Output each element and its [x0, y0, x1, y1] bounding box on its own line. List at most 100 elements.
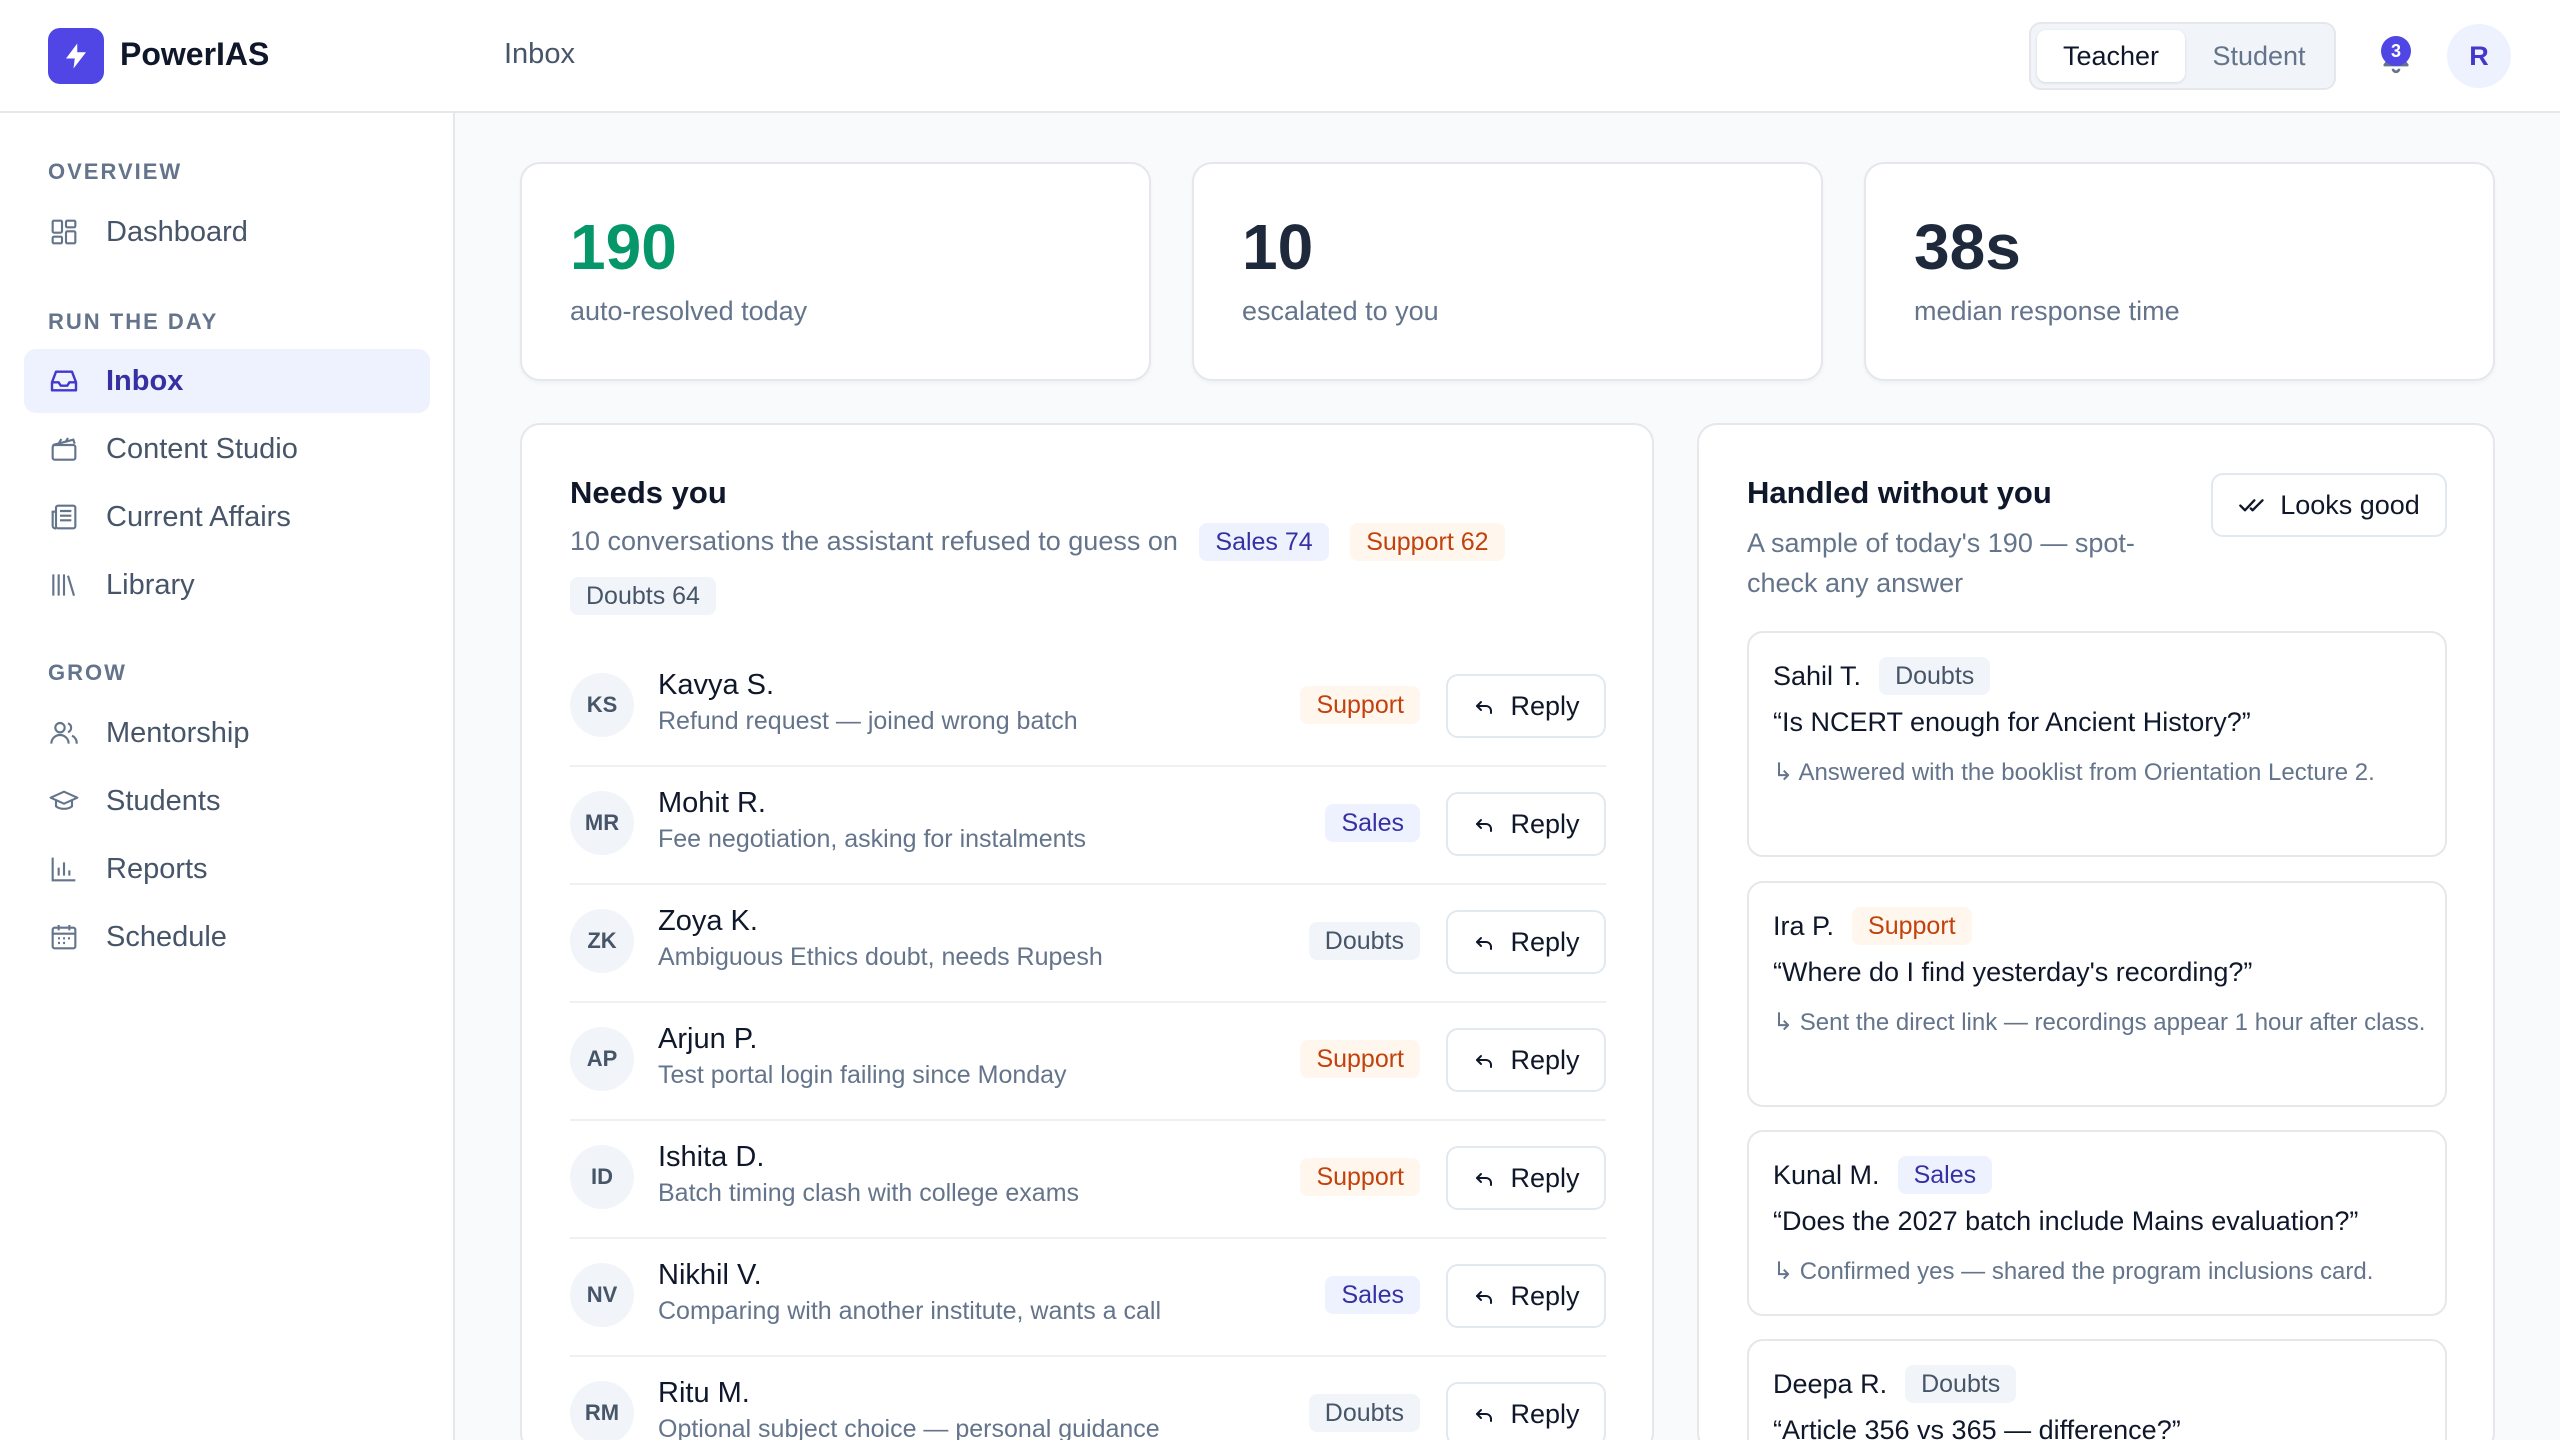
avatar: ID	[570, 1145, 634, 1209]
newspaper-icon	[48, 501, 80, 533]
sidebar-item-label: Dashboard	[106, 215, 248, 248]
handled-card[interactable]: Sahil T. Doubts “Is NCERT enough for Anci…	[1747, 631, 2447, 857]
category-tag: Support	[1300, 1040, 1420, 1078]
brand-name[interactable]: PowerIAS	[120, 36, 269, 73]
panel-subtitle: A sample of today's 190 — spot- check an…	[1747, 528, 2135, 598]
role-student-button[interactable]: Student	[2189, 30, 2329, 82]
reply-button[interactable]: Reply	[1446, 674, 1606, 738]
user-avatar[interactable]: R	[2447, 24, 2511, 88]
reply-button[interactable]: Reply	[1446, 1382, 1606, 1440]
category-tag: Doubts	[1308, 1394, 1420, 1432]
reply-button[interactable]: Reply	[1446, 792, 1606, 856]
sidebar-item-schedule[interactable]: Schedule	[24, 905, 430, 969]
conversation-row[interactable]: ZK Zoya K. Ambiguous Ethics doubt, needs…	[570, 885, 1606, 1003]
sidebar-item-reports[interactable]: Reports	[24, 837, 430, 901]
bolt-icon[interactable]	[48, 28, 104, 84]
category-tag: Support	[1300, 686, 1420, 724]
category-tag: Support	[1852, 907, 1972, 945]
conversation-row[interactable]: NV Nikhil V. Comparing with another inst…	[570, 1239, 1606, 1357]
needs-you-panel: Needs you 10 conversations the assistant…	[520, 423, 1654, 1440]
graduation-cap-icon	[48, 785, 80, 817]
card-question: “Is NCERT enough for Ancient History?”	[1773, 707, 2251, 737]
stat-card-median-response: 38s median response time	[1864, 162, 2495, 381]
sidebar-item-label: Students	[106, 784, 221, 817]
reply-icon	[1476, 1291, 1493, 1304]
conversation-row[interactable]: ID Ishita D. Batch timing clash with col…	[570, 1121, 1606, 1239]
card-name: Sahil T.	[1773, 660, 1862, 691]
panel-subtitle: 10 conversations the assistant refused t…	[570, 521, 1610, 615]
reply-icon	[1476, 819, 1493, 832]
stat-card-auto-resolved: 190 auto-resolved today	[520, 162, 1151, 381]
stat-label: auto-resolved today	[570, 296, 808, 326]
stat-value: 10	[1242, 211, 1314, 283]
row-description: Fee negotiation, asking for instalments	[658, 825, 1087, 853]
dashboard-icon	[48, 216, 80, 248]
reply-button[interactable]: Reply	[1446, 1264, 1606, 1328]
category-tag: Sales	[1325, 1276, 1420, 1314]
sidebar-item-mentorship[interactable]: Mentorship	[24, 701, 430, 765]
count-badge-support: Support 62	[1350, 523, 1505, 561]
category-tag: Support	[1300, 1158, 1420, 1196]
card-question: “Does the 2027 batch include Mains evalu…	[1773, 1206, 2359, 1236]
sidebar-item-content-studio[interactable]: Content Studio	[24, 417, 430, 481]
conversation-row[interactable]: AP Arjun P. Test portal login failing si…	[570, 1003, 1606, 1121]
category-tag: Sales	[1325, 804, 1420, 842]
stat-value: 38s	[1914, 211, 2021, 283]
stat-card-escalated: 10 escalated to you	[1192, 162, 1823, 381]
looks-good-button[interactable]: Looks good	[2211, 473, 2447, 537]
avatar: NV	[570, 1263, 634, 1327]
card-question: “Article 356 vs 365 — difference?”	[1773, 1415, 2181, 1440]
card-answer: ↳ Sent the direct link — recordings appe…	[1773, 1009, 2426, 1036]
conversation-row[interactable]: RM Ritu M. Optional subject choice — per…	[570, 1357, 1606, 1440]
stat-label: median response time	[1914, 296, 2180, 326]
reply-button[interactable]: Reply	[1446, 1146, 1606, 1210]
row-description: Ambiguous Ethics doubt, needs Rupesh	[658, 943, 1103, 971]
breadcrumb: Inbox	[504, 38, 575, 70]
conversation-row[interactable]: KS Kavya S. Refund request — joined wron…	[570, 649, 1606, 767]
sidebar-section-run-the-day: RUN THE DAY	[48, 309, 219, 334]
row-description: Optional subject choice — personal guida…	[658, 1415, 1160, 1440]
row-name: Ritu M.	[658, 1377, 750, 1409]
sidebar-item-dashboard[interactable]: Dashboard	[24, 200, 430, 264]
sidebar-item-label: Content Studio	[106, 432, 298, 465]
row-description: Test portal login failing since Monday	[658, 1061, 1067, 1089]
avatar: KS	[570, 673, 634, 737]
card-name: Kunal M.	[1773, 1159, 1880, 1190]
reply-button[interactable]: Reply	[1446, 1028, 1606, 1092]
reply-icon	[1476, 937, 1493, 950]
card-answer: ↳ Answered with the booklist from Orient…	[1773, 759, 2375, 786]
notification-badge: 3	[2381, 36, 2411, 66]
handled-card[interactable]: Ira P. Support “Where do I find yesterday…	[1747, 881, 2447, 1107]
double-check-icon	[2239, 499, 2264, 512]
role-teacher-button[interactable]: Teacher	[2037, 30, 2185, 82]
users-icon	[48, 717, 80, 749]
reply-button[interactable]: Reply	[1446, 910, 1606, 974]
card-answer: ↳ Confirmed yes — shared the program inc…	[1773, 1258, 2374, 1285]
panel-title: Handled without you	[1747, 475, 2052, 510]
row-name: Mohit R.	[658, 787, 766, 819]
sidebar: OVERVIEW Dashboard RUN THE DAY Inbox Con…	[0, 113, 455, 1440]
bar-chart-icon	[48, 853, 80, 885]
sidebar-item-students[interactable]: Students	[24, 769, 430, 833]
sidebar-item-inbox[interactable]: Inbox	[24, 349, 430, 413]
card-name: Ira P.	[1773, 910, 1835, 941]
stat-value: 190	[570, 211, 677, 283]
row-name: Nikhil V.	[658, 1259, 762, 1291]
reply-icon	[1476, 701, 1493, 714]
sidebar-item-label: Current Affairs	[106, 500, 291, 533]
conversation-row[interactable]: MR Mohit R. Fee negotiation, asking for …	[570, 767, 1606, 885]
handled-card[interactable]: Kunal M. Sales “Does the 2027 batch inclu…	[1747, 1130, 2447, 1316]
card-question: “Where do I find yesterday's recording?”	[1773, 957, 2253, 987]
sidebar-section-grow: GROW	[48, 660, 127, 685]
avatar: ZK	[570, 909, 634, 973]
row-name: Arjun P.	[658, 1023, 758, 1055]
handled-card[interactable]: Deepa R. Doubts “Article 356 vs 365 — dif…	[1747, 1339, 2447, 1440]
row-name: Kavya S.	[658, 669, 775, 701]
sidebar-item-current-affairs[interactable]: Current Affairs	[24, 485, 430, 549]
sidebar-item-label: Mentorship	[106, 716, 250, 749]
category-tag: Doubts	[1308, 922, 1420, 960]
row-description: Batch timing clash with college exams	[658, 1179, 1080, 1207]
sidebar-item-library[interactable]: Library	[24, 553, 430, 617]
needs-you-subtitle: 10 conversations the assistant refused t…	[570, 526, 1178, 556]
category-tag: Doubts	[1879, 657, 1991, 695]
